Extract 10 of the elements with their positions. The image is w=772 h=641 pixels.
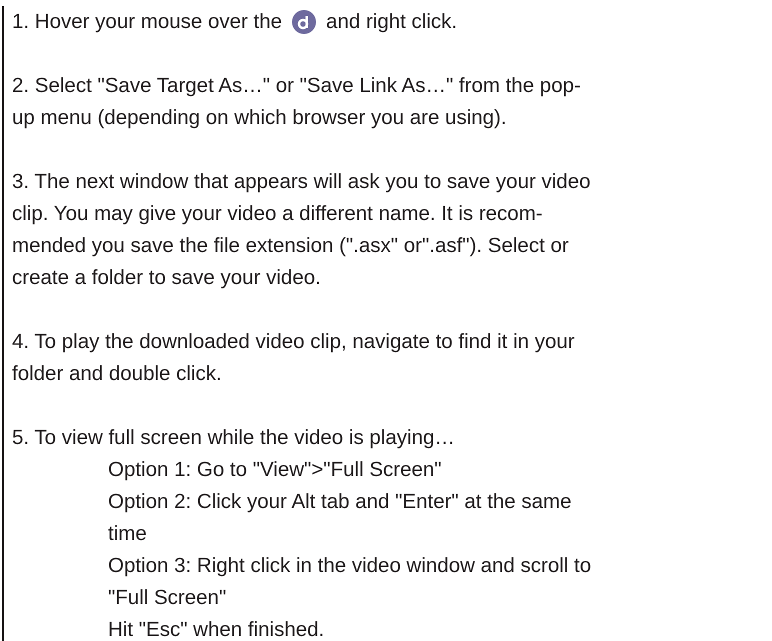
step-text: 3. The next window that appears will ask you to save your video clip. You may give your video a different name. It is recom- mended you save the file extension (".asx" or".asf"). Select or create a folder to save your video.	[12, 169, 592, 291]
option-text: Option 1: Go to "View">"Full Screen"	[107, 457, 443, 483]
option-text: Hit "Esc" when finished.	[107, 617, 326, 641]
step-text: 2. Select "Save Target As…" or "Save Link As…" from the pop- up menu (depending on which browser you are using).	[12, 73, 582, 131]
step-text: and right click.	[326, 9, 458, 35]
step-text: 5. To view full screen while the video is playing…	[12, 425, 456, 451]
option-text: Option 2: Click your Alt tab and "Enter" at the same time	[107, 489, 573, 547]
option-text: Option 3: Right click in the video window and scroll to "Full Screen"	[107, 553, 592, 611]
step-text: 1. Hover your mouse over the	[12, 9, 282, 35]
step-text: 4. To play the downloaded video clip, navigate to find it in your folder and double click.	[12, 329, 576, 387]
